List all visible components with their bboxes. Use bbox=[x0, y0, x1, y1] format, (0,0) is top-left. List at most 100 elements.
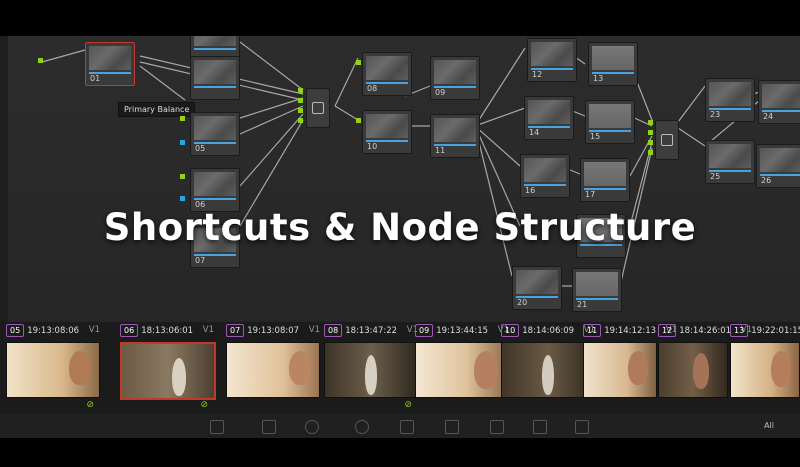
node-number: 24 bbox=[763, 112, 774, 121]
link-icon: ⊘ bbox=[200, 400, 208, 410]
node-number: 21 bbox=[577, 300, 588, 309]
input-port[interactable] bbox=[38, 58, 43, 63]
screen: 01 Primary Balance 05 06 07 08 09 10 11 … bbox=[0, 0, 800, 467]
toolbar-icon[interactable] bbox=[305, 420, 319, 434]
node-13[interactable]: 13 bbox=[588, 42, 638, 86]
left-panel-edge bbox=[0, 36, 8, 322]
clip-timecode: 18:13:47:22 bbox=[345, 326, 398, 336]
clip-number-badge: 12 bbox=[658, 324, 677, 337]
node-12[interactable]: 12 bbox=[527, 38, 577, 82]
node-number: 08 bbox=[367, 84, 378, 93]
port[interactable] bbox=[180, 116, 185, 121]
toolbar-icon[interactable] bbox=[575, 420, 589, 434]
node-number: 17 bbox=[585, 190, 596, 199]
node-09[interactable]: 09 bbox=[430, 56, 480, 100]
link-icon: ⊘ bbox=[86, 400, 94, 410]
node-number: 12 bbox=[532, 70, 543, 79]
port[interactable] bbox=[356, 60, 361, 65]
toolbar-icon[interactable] bbox=[210, 420, 224, 434]
port[interactable] bbox=[180, 196, 185, 201]
node-23[interactable]: 23 bbox=[705, 78, 755, 122]
mixer-input-port[interactable] bbox=[298, 118, 303, 123]
node-number: 23 bbox=[710, 110, 721, 119]
mixer-input-port[interactable] bbox=[648, 130, 653, 135]
toolbar-icon[interactable] bbox=[445, 420, 459, 434]
video-title-overlay: Shortcuts & Node Structure bbox=[103, 206, 697, 249]
node-10[interactable]: 10 bbox=[362, 110, 412, 154]
clip-timecode: 19:13:08:06 bbox=[27, 326, 80, 336]
clip-thumbnail bbox=[501, 342, 595, 398]
node-number: 07 bbox=[195, 256, 206, 265]
timeline-clip[interactable]: 05 19:13:08:06 V1 ⊘ bbox=[6, 324, 100, 410]
node-17[interactable]: 17 bbox=[580, 158, 630, 202]
clip-timecode: 19:14:12:13 bbox=[604, 326, 657, 336]
node-number: 13 bbox=[593, 74, 604, 83]
node-editor[interactable]: 01 Primary Balance 05 06 07 08 09 10 11 … bbox=[0, 36, 800, 322]
toolbar-icon[interactable] bbox=[490, 420, 504, 434]
clip-number-badge: 11 bbox=[583, 324, 602, 337]
node-number: 05 bbox=[195, 144, 206, 153]
node-01[interactable]: 01 bbox=[85, 42, 135, 86]
node-14[interactable]: 14 bbox=[524, 96, 574, 140]
mixer-input-port[interactable] bbox=[648, 150, 653, 155]
node-16[interactable]: 16 bbox=[520, 154, 570, 198]
clip-timecode: 19:13:08:07 bbox=[247, 326, 300, 336]
node-b[interactable] bbox=[190, 56, 240, 100]
node-tooltip: Primary Balance bbox=[118, 102, 196, 117]
timeline-clip[interactable]: 13 19:22:01:15 bbox=[730, 324, 800, 410]
clip-number-badge: 10 bbox=[501, 324, 520, 337]
mixer-input-port[interactable] bbox=[298, 98, 303, 103]
toolbar-icon[interactable] bbox=[400, 420, 414, 434]
layer-mixer-node-2[interactable] bbox=[655, 120, 679, 160]
clip-filter-dropdown[interactable]: All bbox=[764, 421, 774, 430]
port[interactable] bbox=[180, 140, 185, 145]
clip-number-badge: 09 bbox=[415, 324, 434, 337]
node-05[interactable]: 05 bbox=[190, 112, 240, 156]
node-21[interactable]: 21 bbox=[572, 268, 622, 312]
mixer-input-port[interactable] bbox=[298, 88, 303, 93]
port[interactable] bbox=[356, 118, 361, 123]
node-25[interactable]: 25 bbox=[705, 140, 755, 184]
node-15[interactable]: 15 bbox=[585, 100, 635, 144]
clip-track: V1 bbox=[308, 325, 320, 335]
clip-timecode: 18:14:06:09 bbox=[522, 326, 575, 336]
port[interactable] bbox=[180, 174, 185, 179]
mixer-input-port[interactable] bbox=[648, 120, 653, 125]
node-11[interactable]: 11 bbox=[430, 114, 480, 158]
clip-number-badge: 07 bbox=[226, 324, 245, 337]
clip-track: V1 bbox=[88, 325, 100, 335]
clip-thumbnail bbox=[730, 342, 800, 398]
clip-thumbnail bbox=[658, 342, 728, 398]
mixer-input-port[interactable] bbox=[298, 108, 303, 113]
clip-timecode: 18:13:06:01 bbox=[141, 326, 194, 336]
node-number: 26 bbox=[761, 176, 772, 185]
node-20[interactable]: 20 bbox=[512, 266, 562, 310]
layer-mixer-node-1[interactable] bbox=[306, 88, 330, 128]
clip-thumbnail bbox=[6, 342, 100, 398]
node-08[interactable]: 08 bbox=[362, 52, 412, 96]
clip-number-badge: 13 bbox=[730, 324, 749, 337]
timeline-clip[interactable]: 09 19:13:44:15 V1 bbox=[415, 324, 509, 410]
clip-number-badge: 05 bbox=[6, 324, 25, 337]
toolbar-icon[interactable] bbox=[262, 420, 276, 434]
node-24[interactable]: 24 bbox=[758, 80, 800, 124]
node-26[interactable]: 26 bbox=[756, 144, 800, 188]
clip-thumbnail bbox=[583, 342, 657, 398]
timeline-clip[interactable]: 07 19:13:08:07 V1 bbox=[226, 324, 320, 410]
toolbar-icon[interactable] bbox=[533, 420, 547, 434]
clip-timecode: 19:13:44:15 bbox=[436, 326, 489, 336]
node-number: 20 bbox=[517, 298, 528, 307]
clip-thumbnail bbox=[120, 342, 216, 400]
clip-thumbnail bbox=[415, 342, 509, 398]
node-number: 11 bbox=[435, 146, 446, 155]
timeline-clip[interactable]: 10 18:14:06:09 V1 bbox=[501, 324, 595, 410]
node-number: 01 bbox=[90, 74, 101, 83]
mixer-input-port[interactable] bbox=[648, 140, 653, 145]
bottom-toolbar: All bbox=[0, 414, 800, 438]
clip-timeline[interactable]: 05 19:13:08:06 V1 ⊘ 06 18:13:06:01 V1 ⊘ 07 19… bbox=[0, 322, 800, 414]
timeline-clip-selected[interactable]: 06 18:13:06:01 V1 ⊘ bbox=[120, 324, 216, 410]
toolbar-icon[interactable] bbox=[355, 420, 369, 434]
clip-timecode: 18:14:26:01 bbox=[679, 326, 732, 336]
node-number: 25 bbox=[710, 172, 721, 181]
timeline-clip[interactable]: 08 18:13:47:22 V1 ⊘ bbox=[324, 324, 418, 410]
